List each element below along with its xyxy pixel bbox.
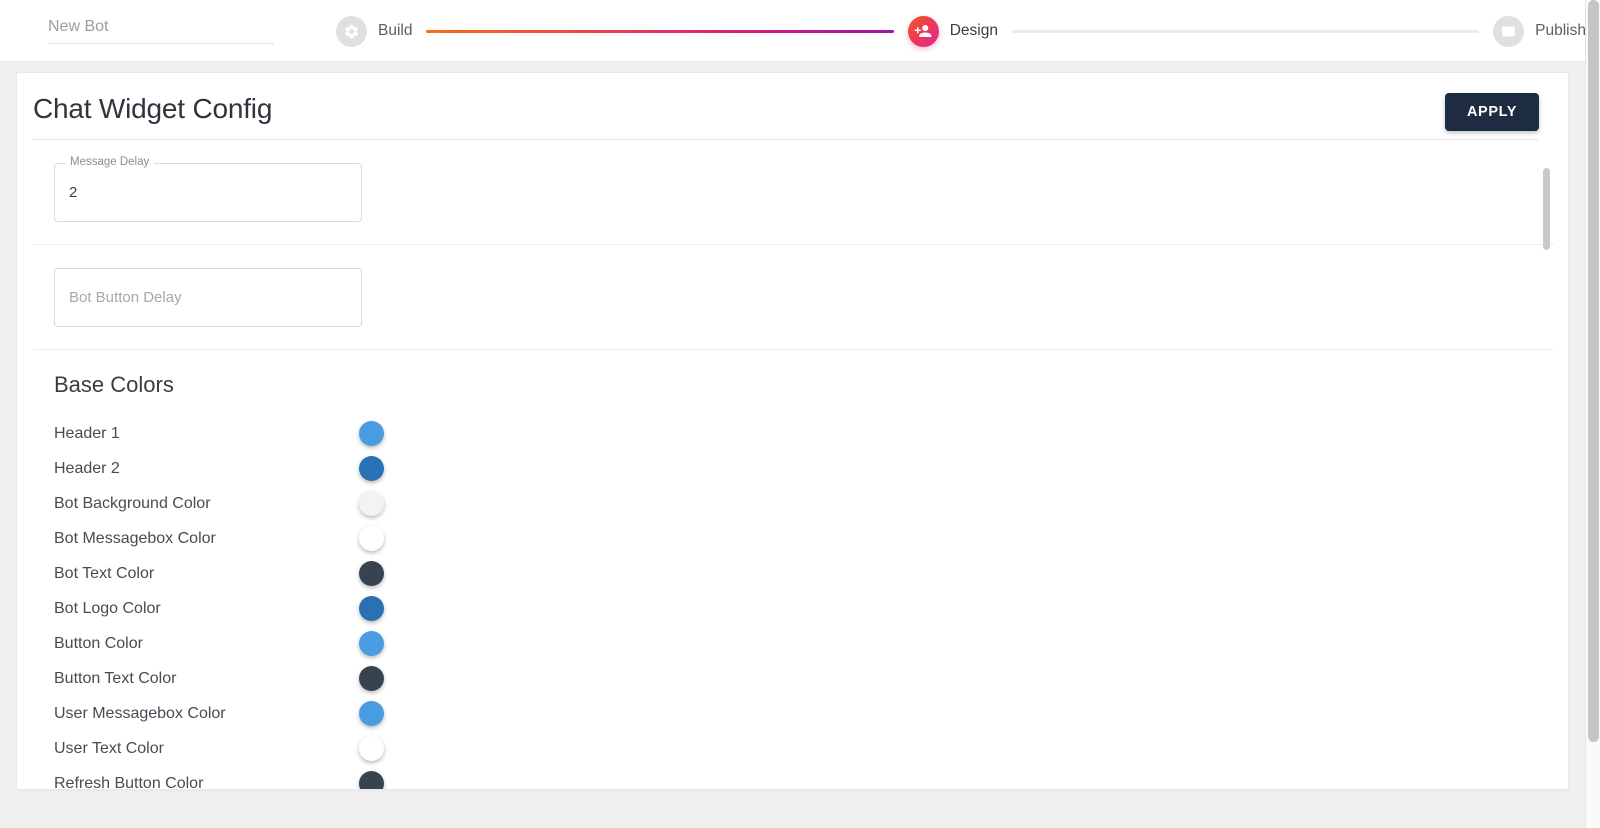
chat-widget-config-card: Chat Widget Config APPLY Message Delay 2…: [16, 72, 1569, 790]
color-row: Button Text Color: [54, 661, 1554, 696]
stepper-step-publish[interactable]: Publish: [1493, 15, 1586, 47]
page-scrollbar[interactable]: [1585, 0, 1600, 828]
color-swatch[interactable]: [359, 596, 384, 621]
bot-button-delay-field: [54, 268, 362, 327]
color-swatch[interactable]: [359, 736, 384, 761]
color-row: Refresh Button Color: [54, 766, 1554, 790]
color-swatch[interactable]: [359, 631, 384, 656]
color-row: Header 2: [54, 451, 1554, 486]
stepper-label-build: Build: [378, 22, 413, 39]
stepper-label-design: Design: [949, 22, 998, 39]
bot-name-field-wrapper: [48, 17, 273, 44]
bot-button-delay-input[interactable]: [55, 269, 361, 326]
color-swatch[interactable]: [359, 456, 384, 481]
stepper-step-design[interactable]: Design: [907, 15, 998, 47]
color-row-label: Button Text Color: [54, 669, 177, 687]
card-header: Chat Widget Config APPLY: [17, 73, 1568, 139]
card-scroll-body[interactable]: Message Delay Base Colors Header 1Header…: [17, 140, 1568, 790]
color-row: Bot Background Color: [54, 486, 1554, 521]
color-row-label: Refresh Button Color: [54, 774, 204, 790]
field-row-message-delay: Message Delay: [33, 140, 1554, 245]
field-row-bot-button-delay: [33, 245, 1554, 350]
color-row: User Text Color: [54, 731, 1554, 766]
color-row-label: Bot Text Color: [54, 564, 155, 582]
progress-stepper: Build Design Publish: [336, 0, 1586, 62]
color-row: User Messagebox Color: [54, 696, 1554, 731]
message-delay-input[interactable]: [55, 164, 361, 221]
stepper-step-build[interactable]: Build: [336, 15, 413, 47]
color-swatch[interactable]: [359, 421, 384, 446]
page-title: Chat Widget Config: [33, 93, 273, 124]
base-colors-section: Base Colors Header 1 Header 2 Bot Backgrou…: [17, 350, 1568, 790]
page-scrollbar-thumb[interactable]: [1588, 0, 1599, 742]
panel-scrollbar[interactable]: [1543, 168, 1550, 788]
color-row: Button Color: [54, 626, 1554, 661]
color-row-label: Bot Messagebox Color: [54, 529, 216, 547]
stepper-connector-empty: [1011, 29, 1480, 33]
color-swatch[interactable]: [359, 771, 384, 789]
color-row-label: Button Color: [54, 634, 143, 652]
top-bar: Build Design Publi: [0, 0, 1586, 62]
panel-scrollbar-thumb[interactable]: [1543, 168, 1550, 250]
message-delay-field: Message Delay: [54, 155, 362, 222]
color-row-label: User Text Color: [54, 739, 164, 757]
color-row-label: Bot Logo Color: [54, 599, 161, 617]
stepper-connector-filled: [426, 29, 894, 33]
color-swatch[interactable]: [359, 526, 384, 551]
color-row: Bot Messagebox Color: [54, 521, 1554, 556]
color-swatch[interactable]: [359, 666, 384, 691]
color-row-label: Bot Background Color: [54, 494, 211, 512]
color-row: Header 1: [54, 416, 1554, 451]
color-row: Bot Logo Color: [54, 591, 1554, 626]
scroll-content: Message Delay Base Colors Header 1Header…: [17, 140, 1568, 790]
gear-icon: [336, 15, 367, 47]
apply-button[interactable]: APPLY: [1444, 93, 1539, 131]
base-colors-title: Base Colors: [54, 372, 174, 397]
color-swatch[interactable]: [359, 701, 384, 726]
color-swatch[interactable]: [359, 491, 384, 516]
app-viewport: Build Design Publi: [0, 0, 1600, 828]
color-row-label: Header 1: [54, 424, 120, 442]
color-row: Bot Text Color: [54, 556, 1554, 591]
bot-name-input[interactable]: [48, 17, 273, 44]
color-list: Header 1 Header 2 Bot Background Color Bot …: [33, 416, 1554, 790]
color-row-label: User Messagebox Color: [54, 704, 226, 722]
color-row-label: Header 2: [54, 459, 120, 477]
stepper-label-publish: Publish: [1535, 22, 1586, 39]
color-swatch[interactable]: [359, 561, 384, 586]
group-add-icon: [907, 15, 939, 47]
window-icon: [1493, 15, 1525, 47]
